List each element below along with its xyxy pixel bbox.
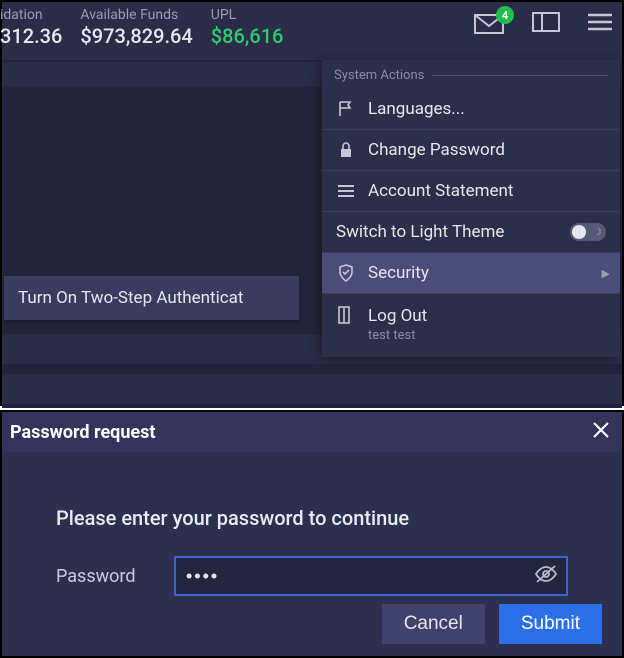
lock-icon (336, 142, 356, 158)
divider (432, 75, 608, 76)
menu-item-label: Security (368, 263, 429, 283)
menu-item-security[interactable]: Security ▶ (322, 253, 620, 294)
dialog-title: Password request (10, 422, 155, 443)
menu-item-account-statement[interactable]: Account Statement (322, 171, 620, 212)
password-input[interactable] (174, 556, 568, 596)
close-icon[interactable] (592, 421, 610, 444)
stat-label: idation (0, 6, 62, 24)
app-header-region: idation 312.36 Available Funds $973,829.… (0, 0, 624, 406)
menu-item-logout[interactable]: Log Out test test (322, 294, 620, 357)
mail-icon[interactable]: 4 (474, 14, 504, 34)
logout-icon (336, 306, 356, 324)
stat-label: Available Funds (80, 6, 192, 24)
menu-section-label: System Actions (334, 68, 424, 83)
layout-icon[interactable] (532, 12, 560, 36)
submenu-label: Turn On Two-Step Authenticat (18, 288, 243, 308)
row-band (2, 374, 622, 404)
flag-icon (336, 101, 356, 117)
toggle-knob (572, 225, 586, 239)
theme-toggle-switch[interactable]: ☽ (570, 223, 606, 241)
shield-icon (336, 264, 356, 282)
stat-upl: UPL $86,616 (211, 6, 284, 48)
stats-bar: idation 312.36 Available Funds $973,829.… (2, 2, 622, 58)
stat-liquidation: idation 312.36 (0, 6, 62, 48)
system-actions-menu: System Actions Languages... Change Passw… (322, 60, 620, 357)
menu-item-label: Languages... (368, 99, 465, 119)
eye-off-icon[interactable] (534, 564, 558, 588)
mail-badge: 4 (496, 6, 514, 24)
chevron-right-icon: ▶ (602, 267, 610, 280)
hamburger-icon[interactable] (588, 13, 612, 35)
stat-value: 312.36 (0, 24, 62, 48)
menu-item-label: Account Statement (368, 181, 513, 201)
password-request-dialog: Password request Please enter your passw… (0, 410, 624, 658)
menu-item-change-password[interactable]: Change Password (322, 130, 620, 171)
stat-value: $973,829.64 (80, 24, 192, 48)
menu-item-label: Change Password (368, 140, 505, 160)
dialog-message: Please enter your password to continue (56, 506, 568, 530)
submit-button[interactable]: Submit (499, 604, 602, 644)
stat-available-funds: Available Funds $973,829.64 (80, 6, 192, 48)
cancel-button[interactable]: Cancel (382, 604, 485, 644)
menu-item-theme-toggle[interactable]: Switch to Light Theme ☽ (322, 212, 620, 253)
stat-label: UPL (211, 6, 284, 24)
menu-item-label: Log Out (368, 306, 427, 326)
stat-value: $86,616 (211, 24, 284, 48)
menu-section-header: System Actions (322, 60, 620, 89)
list-icon (336, 184, 356, 198)
menu-item-label: Switch to Light Theme (336, 222, 504, 242)
logout-username: test test (368, 328, 427, 343)
submenu-two-step-auth[interactable]: Turn On Two-Step Authenticat (4, 276, 299, 320)
moon-icon: ☽ (593, 227, 602, 238)
password-label: Password (56, 566, 156, 587)
menu-item-languages[interactable]: Languages... (322, 89, 620, 130)
dialog-titlebar: Password request (2, 412, 622, 452)
